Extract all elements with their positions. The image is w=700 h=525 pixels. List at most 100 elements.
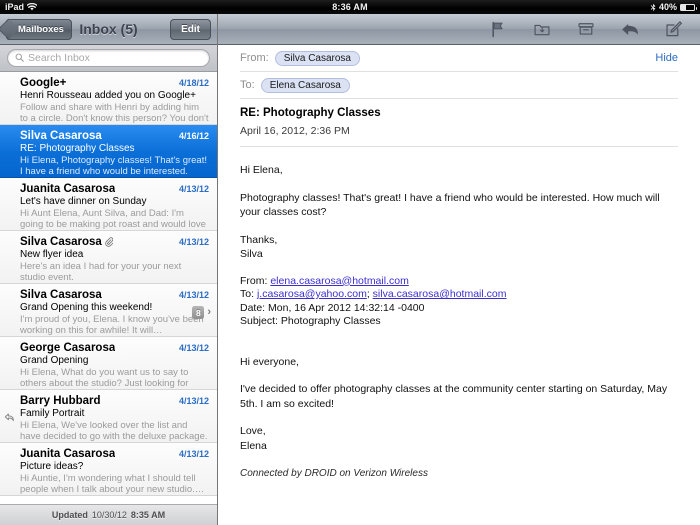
quoted-subject-row: Subject: Photography Classes xyxy=(240,315,678,329)
quoted-closing: Love, Elena xyxy=(240,424,678,453)
quoted-closing-text: Love, xyxy=(240,425,266,437)
battery-icon xyxy=(680,3,697,11)
list-item-header: Juanita Casarosa 4/13/12 xyxy=(20,448,209,460)
message-pane: From: Silva Casarosa Hide To: Elena Casa… xyxy=(218,14,700,525)
list-item-selected[interactable]: Silva Casarosa 4/16/12 RE: Photography C… xyxy=(0,125,217,178)
message-preview: Hi Elena, We've looked over the list and… xyxy=(20,420,208,442)
to-contact-pill[interactable]: Elena Casarosa xyxy=(260,77,350,93)
message-toolbar xyxy=(218,14,700,45)
message-subject-title: RE: Photography Classes xyxy=(240,107,381,119)
from-label: From: xyxy=(240,52,269,64)
message-list[interactable]: Google+ 4/18/12 Henri Rousseau added you… xyxy=(0,72,217,504)
archive-icon[interactable] xyxy=(576,20,595,39)
quoted-from-row: From: elena.casarosa@hotmail.com xyxy=(240,275,678,289)
edit-button[interactable]: Edit xyxy=(170,18,211,40)
sender-name: Barry Hubbard xyxy=(20,395,101,407)
list-item-header: Silva Casarosa 4/13/12 xyxy=(20,289,209,301)
list-item[interactable]: Silva Casarosa 4/13/12 New flyer idea He… xyxy=(0,231,217,284)
quoted-to-address-1[interactable]: j.casarosa@yahoo.com xyxy=(257,288,367,300)
quoted-signer: Elena xyxy=(240,439,267,452)
list-item[interactable]: Juanita Casarosa 4/13/12 Picture ideas? … xyxy=(0,443,217,496)
message-subject: New flyer idea xyxy=(20,249,84,260)
message-date: 4/13/12 xyxy=(178,449,209,459)
replied-icon xyxy=(4,410,15,422)
message-body: Hi Elena, Photography classes! That's gr… xyxy=(218,147,700,525)
sender-name: Google+ xyxy=(20,77,67,89)
quoted-headers: From: elena.casarosa@hotmail.com To: j.c… xyxy=(240,275,678,329)
list-item-header: Silva Casarosa 4/16/12 xyxy=(20,130,209,142)
list-item-header: Silva Casarosa 4/13/12 xyxy=(20,236,209,248)
list-item[interactable]: George Casarosa 4/13/12 Grand Opening Hi… xyxy=(0,337,217,390)
message-subject: Henri Rousseau added you on Google+ xyxy=(20,90,196,101)
quoted-to-row: To: j.casarosa@yahoo.com; silva.casarosa… xyxy=(240,288,678,302)
quoted-date-row: Date: Mon, 16 Apr 2012 14:32:14 -0400 xyxy=(240,302,678,316)
search-icon xyxy=(15,49,24,67)
inbox-navbar: Mailboxes Inbox (5) Edit xyxy=(0,14,217,45)
reply-icon[interactable] xyxy=(620,20,639,39)
message-subject: Let's have dinner on Sunday xyxy=(20,196,147,207)
sender-name: Silva Casarosa xyxy=(20,130,102,142)
hide-details-link[interactable]: Hide xyxy=(655,52,678,64)
thread-indicator[interactable]: 8 › xyxy=(192,306,211,319)
body-closing-text: Thanks, xyxy=(240,233,278,246)
status-bar: iPad 8:36 AM 40% xyxy=(0,0,700,14)
updated-label: Updated xyxy=(51,510,88,520)
message-preview: Follow and share with Henri by adding hi… xyxy=(20,102,209,124)
list-item[interactable]: Silva Casarosa 4/13/12 Grand Opening thi… xyxy=(0,284,217,337)
thread-count-badge: 8 xyxy=(192,306,205,319)
message-preview: Hi Elena, What do you want us to say to … xyxy=(20,367,189,389)
message-preview: Hi Elena, Photography classes! That's gr… xyxy=(20,155,207,177)
sender-name: George Casarosa xyxy=(20,342,116,354)
message-date: 4/13/12 xyxy=(178,343,209,353)
body-paragraph-1: Photography classes! That's great! I hav… xyxy=(240,191,660,219)
message-header: From: Silva Casarosa Hide To: Elena Casa… xyxy=(218,45,700,147)
flag-icon[interactable] xyxy=(488,20,507,39)
message-datetime: April 16, 2012, 2:36 PM xyxy=(240,125,350,137)
sender-name: Silva Casarosa xyxy=(20,236,113,248)
from-row: From: Silva Casarosa Hide xyxy=(240,45,678,72)
list-item[interactable]: Barry Hubbard 4/13/12 Family Portrait Hi… xyxy=(0,390,217,443)
compose-icon[interactable] xyxy=(664,20,683,39)
clock: 8:36 AM xyxy=(332,2,368,12)
list-item[interactable]: Juanita Casarosa 4/13/12 Let's have dinn… xyxy=(0,178,217,231)
message-date: 4/16/12 xyxy=(178,131,209,141)
bluetooth-icon xyxy=(650,3,656,12)
quoted-subject-label: Subject: xyxy=(240,315,278,327)
message-date: 4/13/12 xyxy=(178,184,209,194)
message-date: 4/18/12 xyxy=(178,78,209,88)
battery-percent: 40% xyxy=(658,2,677,12)
message-preview: Hi Auntie, I'm wondering what I should t… xyxy=(20,473,205,495)
subject-block: RE: Photography Classes April 16, 2012, … xyxy=(240,99,678,147)
body-signer: Silva xyxy=(240,248,263,260)
search-bar: Search Inbox xyxy=(0,45,217,72)
mailboxes-back-button[interactable]: Mailboxes xyxy=(6,18,72,40)
email-signature: Connected by DROID on Verizon Wireless xyxy=(240,468,428,479)
list-item[interactable]: Google+ 4/18/12 Henri Rousseau added you… xyxy=(0,72,217,125)
message-preview: Hi Aunt Elena, Aunt Silva, and Dad: I'm … xyxy=(20,208,206,230)
updated-status: Updated 10/30/12 8:35 AM xyxy=(0,504,217,525)
from-contact-pill[interactable]: Silva Casarosa xyxy=(274,50,360,66)
updated-date: 10/30/12 xyxy=(91,510,127,520)
quoted-paragraph: I've decided to offer photography classe… xyxy=(240,383,668,410)
body-greeting: Hi Elena, xyxy=(240,164,283,176)
body-closing: Thanks, Silva xyxy=(240,233,678,262)
mailboxes-back-label: Mailboxes xyxy=(18,23,64,35)
search-placeholder: Search Inbox xyxy=(28,52,90,64)
chevron-right-icon: › xyxy=(207,306,211,318)
sender-name: Silva Casarosa xyxy=(20,289,102,301)
search-input[interactable]: Search Inbox xyxy=(7,49,210,67)
to-row: To: Elena Casarosa xyxy=(240,72,678,99)
inbox-pane: Mailboxes Inbox (5) Edit Search Inbox Go… xyxy=(0,14,218,525)
list-item-header: George Casarosa 4/13/12 xyxy=(20,342,209,354)
quoted-to-label: To: xyxy=(240,288,255,300)
quoted-from-label: From: xyxy=(240,274,268,287)
quoted-to-address-2[interactable]: silva.casarosa@hotmail.com xyxy=(373,288,507,300)
message-subject: Picture ideas? xyxy=(20,461,84,472)
quoted-greeting: Hi everyone, xyxy=(240,355,299,368)
message-date: 4/13/12 xyxy=(178,396,209,406)
sender-name-text: Silva Casarosa xyxy=(20,236,102,248)
message-subject: Grand Opening this weekend! xyxy=(20,302,153,313)
quoted-from-address[interactable]: elena.casarosa@hotmail.com xyxy=(270,275,408,287)
paperclip-icon xyxy=(105,237,113,247)
folder-icon[interactable] xyxy=(532,20,551,39)
